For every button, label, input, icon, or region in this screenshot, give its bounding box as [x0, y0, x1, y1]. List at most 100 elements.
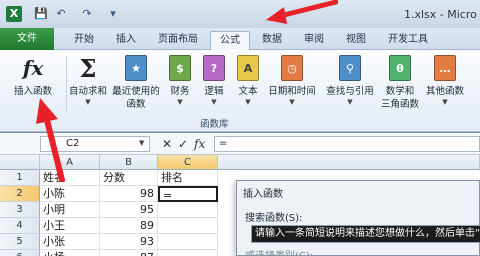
logical-button[interactable]: ? 逻辑 ▼	[200, 54, 228, 106]
cell-c1[interactable]: 排名	[158, 170, 218, 186]
chevron-down-icon: ▼	[245, 98, 251, 106]
column-header-rest	[218, 155, 480, 170]
chevron-down-icon[interactable]: ▼	[139, 139, 144, 147]
more-functions-button[interactable]: … 其他函数 ▼	[422, 54, 468, 106]
math-button[interactable]: θ 数学和 三角函数	[378, 54, 422, 111]
tab-home[interactable]: 开始	[66, 31, 102, 50]
recent-label-1: 最近使用的	[112, 86, 160, 97]
formula-bar: C2 ▼ ✕ ✓ fx =	[0, 133, 480, 155]
recent-functions-button[interactable]: ★ 最近使用的 函数	[110, 54, 162, 111]
fx-icon: fx	[22, 56, 44, 80]
row-header[interactable]: 3	[0, 202, 40, 218]
cell-a1[interactable]: 姓名	[40, 170, 100, 186]
cell-a6[interactable]: 小杨	[40, 250, 100, 256]
column-header-a[interactable]: A	[40, 155, 100, 170]
text-button[interactable]: A 文本 ▼	[234, 54, 262, 106]
cell-c4[interactable]	[158, 218, 218, 234]
tab-file[interactable]: 文件	[0, 28, 54, 50]
math-label-2: 三角函数	[380, 99, 419, 110]
tab-view[interactable]: 视图	[338, 31, 374, 50]
tab-insert[interactable]: 插入	[108, 31, 144, 50]
redo-icon[interactable]: ↷	[80, 7, 94, 21]
book-icon: ?	[200, 54, 228, 82]
ribbon-formulas: fx 插入函数 Σ 自动求和 ▼ ★ 最近使用的 函数 $ 财务 ▼ ? 逻辑 …	[0, 50, 480, 132]
cell-b2[interactable]: 98	[100, 186, 158, 202]
row-header[interactable]: 6	[0, 250, 40, 256]
recent-label-2: 函数	[126, 99, 146, 110]
insert-function-dialog: 插入函数 搜索函数(S): 请输入一条简短说明来描述您想做什么，然后单击“ 或选…	[236, 180, 480, 256]
financial-label: 财务	[170, 86, 190, 97]
cell-a4[interactable]: 小王	[40, 218, 100, 234]
book-icon: $	[166, 54, 194, 82]
insert-function-button[interactable]: fx 插入函数	[6, 54, 60, 98]
name-box[interactable]: C2	[40, 136, 150, 152]
function-library-group-label: 函数库	[200, 119, 229, 130]
select-all-corner[interactable]	[0, 155, 40, 170]
undo-icon[interactable]: ↶	[54, 7, 68, 21]
cell-a2[interactable]: 小陈	[40, 186, 100, 202]
lookup-button[interactable]: ⚲ 查找与引用 ▼	[320, 54, 380, 106]
logical-label: 逻辑	[204, 86, 224, 97]
insert-function-label: 插入函数	[13, 86, 52, 97]
cell-c2-active[interactable]: =	[158, 186, 218, 202]
cancel-icon[interactable]: ✕	[162, 137, 172, 151]
book-icon: θ	[386, 54, 414, 82]
cell-b6[interactable]: 87	[100, 250, 158, 256]
column-header-c[interactable]: C	[158, 155, 218, 170]
book-icon: …	[431, 54, 459, 82]
tab-review[interactable]: 审阅	[296, 31, 332, 50]
more-functions-label: 其他函数	[425, 86, 464, 97]
financial-button[interactable]: $ 财务 ▼	[166, 54, 194, 106]
fx-icon[interactable]: fx	[194, 137, 205, 151]
lookup-label: 查找与引用	[326, 86, 374, 97]
cell-b5[interactable]: 93	[100, 234, 158, 250]
tab-developer[interactable]: 开发工具	[380, 31, 436, 50]
save-icon[interactable]: 💾	[34, 7, 48, 21]
search-function-text: 请输入一条简短说明来描述您想做什么，然后单击“	[252, 226, 480, 242]
excel-logo-icon: X	[6, 6, 22, 22]
chevron-down-icon: ▼	[289, 98, 295, 106]
book-icon: ◷	[278, 54, 306, 82]
ribbon-tabs: 文件 开始 插入 页面布局 公式 数据 审阅 视图 开发工具	[0, 28, 480, 50]
formula-input[interactable]: =	[214, 136, 480, 152]
datetime-label: 日期和时间	[268, 86, 316, 97]
chevron-down-icon: ▼	[85, 98, 91, 106]
cell-b4[interactable]: 89	[100, 218, 158, 234]
excel-window: X 💾 ↶ ↷ ▾ 1.xlsx - Micro 文件 开始 插入 页面布局 公…	[0, 0, 480, 256]
title-bar: X 💾 ↶ ↷ ▾ 1.xlsx - Micro	[0, 0, 480, 28]
sigma-icon: Σ	[79, 53, 97, 83]
math-label-1: 数学和	[385, 86, 415, 97]
dialog-title: 插入函数	[243, 189, 283, 200]
customize-icon[interactable]: ▾	[106, 7, 120, 21]
book-icon: ★	[122, 54, 150, 82]
cell-b3[interactable]: 95	[100, 202, 158, 218]
ribbon-separator	[66, 56, 67, 112]
chevron-down-icon: ▼	[211, 98, 217, 106]
text-label: 文本	[238, 86, 258, 97]
row-header[interactable]: 1	[0, 170, 40, 186]
autosum-button[interactable]: Σ 自动求和 ▼	[68, 53, 108, 107]
tab-page-layout[interactable]: 页面布局	[150, 31, 206, 50]
book-icon: ⚲	[336, 54, 364, 82]
tab-data[interactable]: 数据	[254, 31, 290, 50]
datetime-button[interactable]: ◷ 日期和时间 ▼	[264, 54, 320, 106]
search-function-label: 搜索函数(S):	[245, 213, 303, 224]
chevron-down-icon: ▼	[442, 98, 448, 106]
cell-a3[interactable]: 小明	[40, 202, 100, 218]
chevron-down-icon: ▼	[177, 98, 183, 106]
cell-c5[interactable]	[158, 234, 218, 250]
category-label: 或选择类别(C):	[245, 247, 313, 256]
cell-c6[interactable]	[158, 250, 218, 256]
chevron-down-icon: ▼	[347, 98, 353, 106]
cell-a5[interactable]: 小张	[40, 234, 100, 250]
enter-icon[interactable]: ✓	[178, 137, 188, 151]
column-header-b[interactable]: B	[100, 155, 158, 170]
tab-formulas[interactable]: 公式	[210, 31, 250, 50]
row-header[interactable]: 2	[0, 186, 40, 202]
row-header[interactable]: 4	[0, 218, 40, 234]
row-header[interactable]: 5	[0, 234, 40, 250]
cell-c3[interactable]	[158, 202, 218, 218]
autosum-label: 自动求和	[68, 86, 107, 97]
cell-b1[interactable]: 分数	[100, 170, 158, 186]
search-function-input[interactable]: 请输入一条简短说明来描述您想做什么，然后单击“	[251, 225, 480, 243]
